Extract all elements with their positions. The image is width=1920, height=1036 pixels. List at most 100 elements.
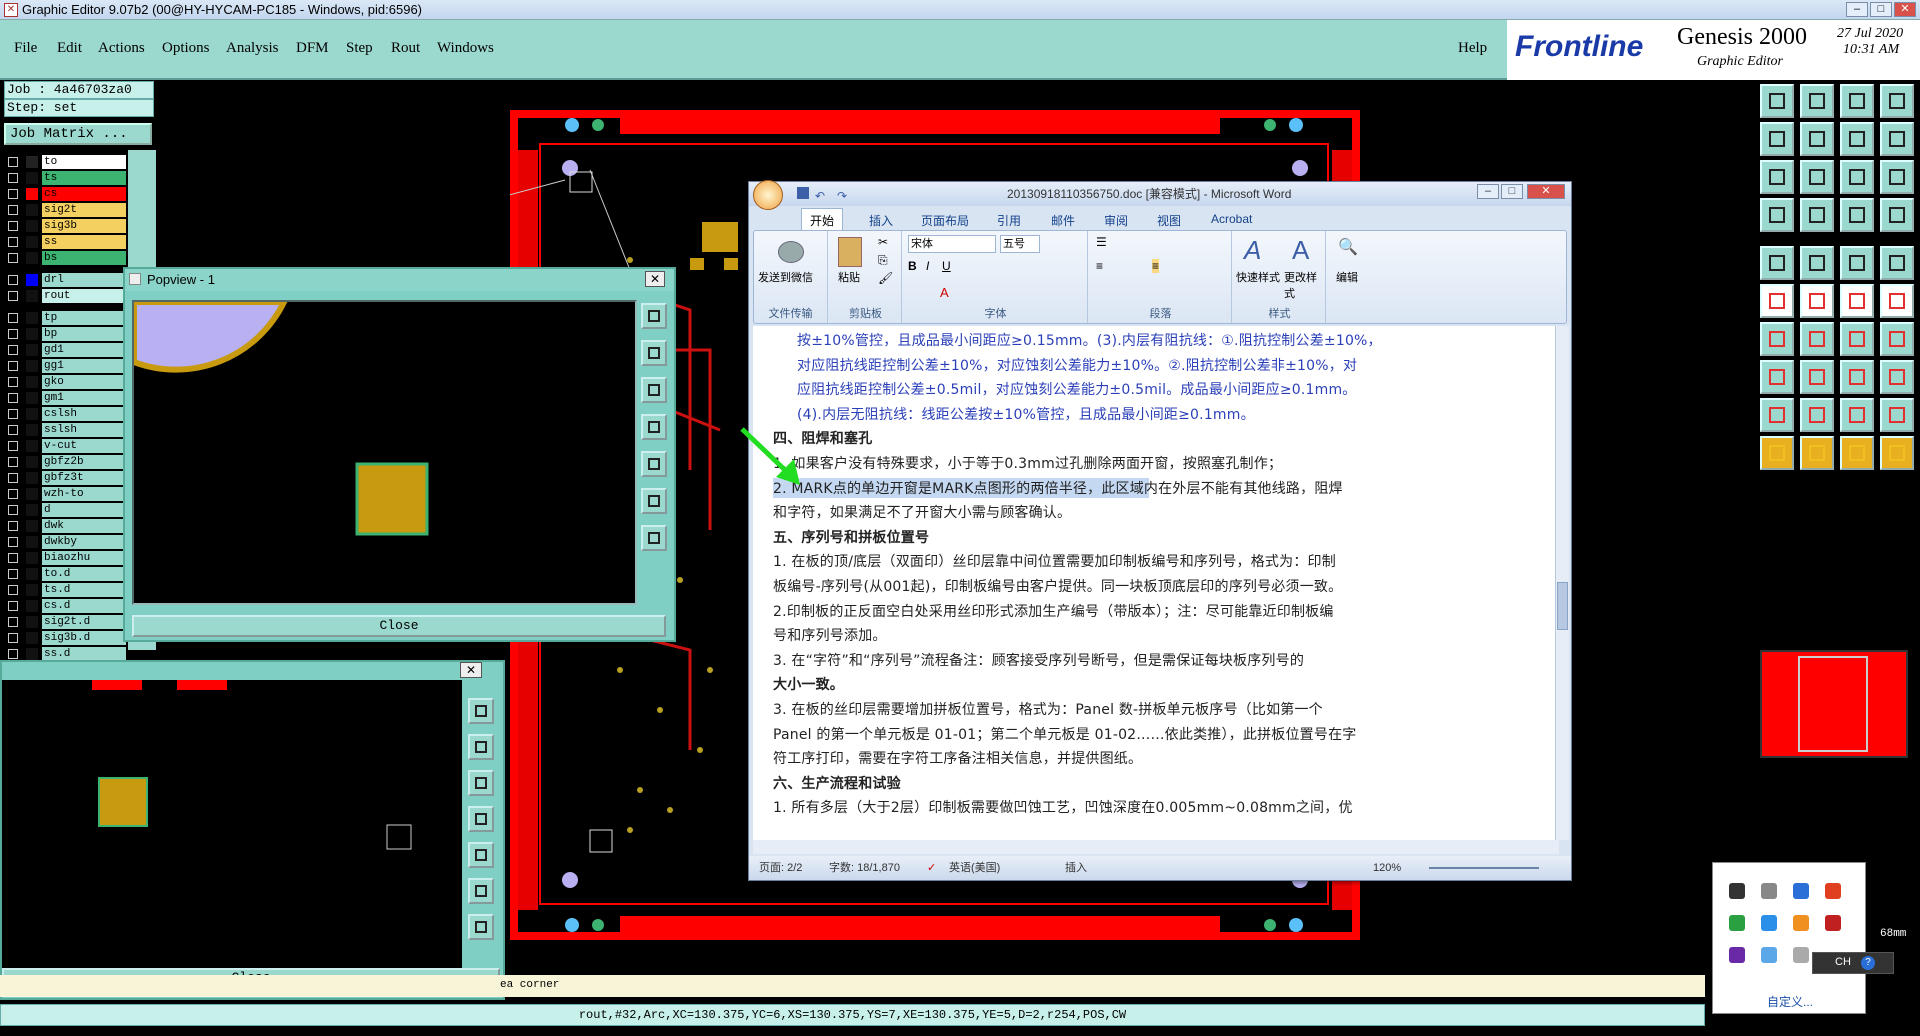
change-styles-icon[interactable]: A [1292, 235, 1309, 266]
menu-file[interactable]: File [14, 40, 37, 57]
layer-checkbox[interactable] [8, 553, 18, 563]
tool-4-1-icon[interactable] [1760, 198, 1794, 232]
layer-color-swatch[interactable] [26, 440, 38, 452]
page-count[interactable]: 页面: 2/2 [759, 856, 802, 880]
layer-row-bs[interactable]: bs [4, 251, 126, 265]
layer-checkbox[interactable] [8, 329, 18, 339]
layer-color-swatch[interactable] [26, 568, 38, 580]
layer-name[interactable]: bs [42, 251, 126, 265]
layer-name[interactable]: sig2t.d [42, 615, 126, 629]
close-button[interactable]: ✕ [1894, 2, 1916, 17]
layer-checkbox[interactable] [8, 275, 18, 285]
tray-icon-9[interactable] [1729, 947, 1745, 963]
layer-checkbox[interactable] [8, 505, 18, 515]
layer-name[interactable]: sig2t [42, 203, 126, 217]
layer-row-gd1[interactable]: gd1 [4, 343, 126, 357]
zoom-slider[interactable] [1429, 867, 1539, 869]
tool-7-1-icon[interactable] [1760, 322, 1794, 356]
layer-checkbox[interactable] [8, 617, 18, 627]
layer-color-swatch[interactable] [26, 188, 38, 200]
vertical-scrollbar[interactable] [1555, 326, 1569, 840]
layer-row-cslsh[interactable]: cslsh [4, 407, 126, 421]
layer-checkbox[interactable] [8, 425, 18, 435]
layer-checkbox[interactable] [8, 237, 18, 247]
tool-2-2-icon[interactable] [1800, 122, 1834, 156]
layer-color-swatch[interactable] [26, 328, 38, 340]
layer-row-drl[interactable]: drl [4, 273, 126, 287]
tool-10-3-icon[interactable] [1840, 436, 1874, 470]
redo-icon[interactable]: ↷ [837, 184, 847, 208]
tool-2-4-icon[interactable] [1880, 122, 1914, 156]
layer-color-swatch[interactable] [26, 584, 38, 596]
layer-name[interactable]: cs [42, 187, 126, 201]
layer-color-swatch[interactable] [26, 236, 38, 248]
tray-icon-6[interactable] [1761, 915, 1777, 931]
tool-5-1-icon[interactable] [1760, 246, 1794, 280]
customize-link[interactable]: 自定义... [1767, 993, 1813, 1010]
layer-row-gbfz3t[interactable]: gbfz3t [4, 471, 126, 485]
layer-name[interactable]: d [42, 503, 126, 517]
layer-row-sig3b[interactable]: sig3b [4, 219, 126, 233]
tool-9-1-icon[interactable] [1760, 398, 1794, 432]
word-close-button[interactable]: ✕ [1527, 184, 1565, 199]
layer-row-gko[interactable]: gko [4, 375, 126, 389]
tab-home[interactable]: 开始 [801, 208, 844, 232]
layer-name[interactable]: sig3b.d [42, 631, 126, 645]
horizontal-scrollbar[interactable] [753, 840, 1559, 854]
tray-icon-2[interactable] [1761, 883, 1777, 899]
popview-1-titlebar[interactable]: Popview - 1 ✕ [125, 269, 674, 291]
layer-row-v-cut[interactable]: v-cut [4, 439, 126, 453]
menu-edit[interactable]: Edit [57, 40, 82, 57]
tool-8-4-icon[interactable] [1880, 360, 1914, 394]
tool-4-3-icon[interactable] [1840, 198, 1874, 232]
layer-checkbox[interactable] [8, 569, 18, 579]
tool-6-2-icon[interactable] [1800, 284, 1834, 318]
popview-1-tool-3-icon[interactable] [641, 377, 667, 403]
tool-3-3-icon[interactable] [1840, 160, 1874, 194]
layer-row-biaozhu[interactable]: biaozhu [4, 551, 126, 565]
menu-help[interactable]: Help [1458, 40, 1487, 57]
layer-row-cs[interactable]: cs [4, 187, 126, 201]
layer-color-swatch[interactable] [26, 360, 38, 372]
layer-color-swatch[interactable] [26, 220, 38, 232]
word-count[interactable]: 字数: 18/1,870 [829, 856, 900, 880]
popview-2-tool-5-icon[interactable] [468, 842, 494, 868]
tool-1-3-icon[interactable] [1840, 84, 1874, 118]
layer-checkbox[interactable] [8, 173, 18, 183]
office-button[interactable] [753, 180, 783, 210]
word-maximize-button[interactable]: □ [1501, 184, 1523, 199]
font-color-icon[interactable]: A [940, 285, 949, 300]
layer-row-ts[interactable]: ts [4, 171, 126, 185]
layer-color-swatch[interactable] [26, 424, 38, 436]
layer-row-sig2t[interactable]: sig2t [4, 203, 126, 217]
popview-1-tool-7-icon[interactable] [641, 525, 667, 551]
tool-5-4-icon[interactable] [1880, 246, 1914, 280]
layer-checkbox[interactable] [8, 361, 18, 371]
layer-checkbox[interactable] [8, 157, 18, 167]
layer-checkbox[interactable] [8, 393, 18, 403]
bold-button[interactable]: B [908, 259, 917, 273]
help-icon[interactable]: ? [1861, 956, 1875, 970]
popview-1-canvas[interactable] [131, 299, 637, 605]
layer-name[interactable]: ts [42, 171, 126, 185]
popview-2-tool-3-icon[interactable] [468, 770, 494, 796]
layer-checkbox[interactable] [8, 649, 18, 659]
layer-checkbox[interactable] [8, 345, 18, 355]
bullets-icon[interactable]: ☰ [1096, 235, 1107, 249]
layer-checkbox[interactable] [8, 221, 18, 231]
layer-name[interactable]: gko [42, 375, 126, 389]
tab-mailings[interactable]: 邮件 [1051, 212, 1075, 229]
format-painter-icon[interactable]: 🖌 [878, 271, 893, 285]
tool-4-4-icon[interactable] [1880, 198, 1914, 232]
layer-name[interactable]: biaozhu [42, 551, 126, 565]
font-name-select[interactable]: 宋体 [908, 235, 996, 253]
word-minimize-button[interactable]: – [1477, 184, 1499, 199]
layer-row-gg1[interactable]: gg1 [4, 359, 126, 373]
menu-options[interactable]: Options [162, 40, 210, 57]
tool-3-4-icon[interactable] [1880, 160, 1914, 194]
layer-name[interactable]: rout [42, 289, 126, 303]
quick-styles-button[interactable]: 快速样式 [1236, 269, 1280, 285]
popview-1-tool-2-icon[interactable] [641, 340, 667, 366]
change-styles-button[interactable]: 更改样式 [1284, 269, 1325, 301]
zoom-level[interactable]: 120% [1373, 856, 1401, 880]
